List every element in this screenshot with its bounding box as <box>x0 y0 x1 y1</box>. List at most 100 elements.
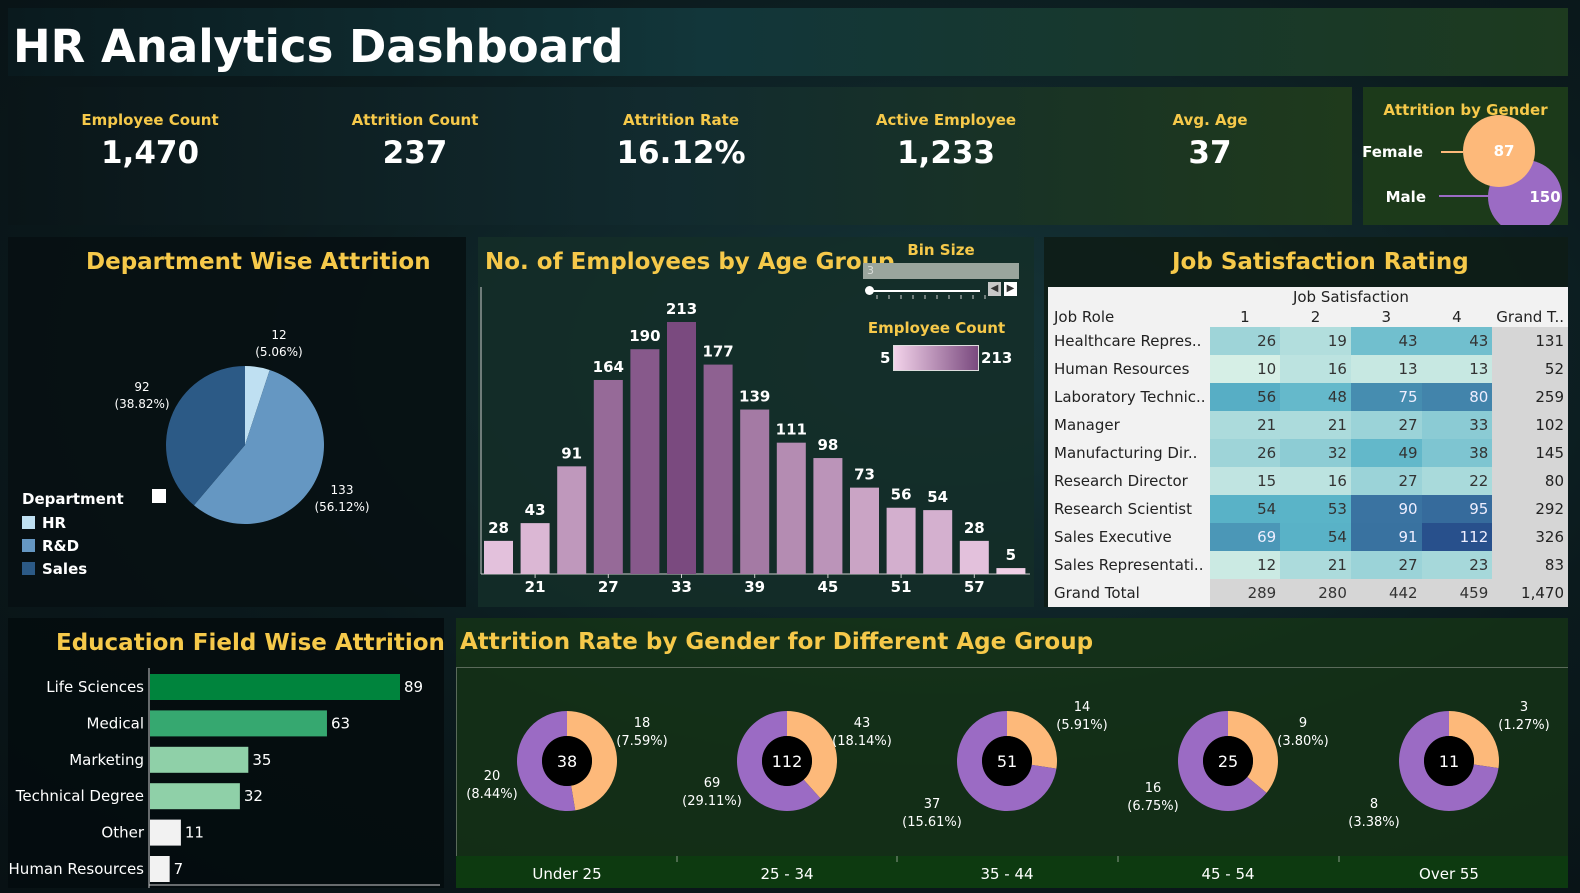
education-bar[interactable] <box>150 674 400 700</box>
age-bar[interactable] <box>484 540 513 574</box>
legend-toggle-box[interactable] <box>152 489 166 503</box>
satisfaction-cell[interactable]: 27 <box>1350 411 1422 439</box>
satisfaction-cell[interactable]: 26 <box>1209 439 1281 467</box>
age-bar[interactable] <box>813 458 843 574</box>
legend-item-rnd[interactable]: R&D <box>22 537 79 555</box>
satisfaction-cell[interactable]: 19 <box>1280 327 1351 355</box>
education-bar[interactable] <box>150 710 327 737</box>
satisfaction-cell[interactable]: 10 <box>1209 355 1281 383</box>
satisfaction-cell[interactable]: 27 <box>1350 467 1422 495</box>
table-header-blank <box>1048 287 1210 307</box>
satisfaction-cell[interactable]: 13 <box>1421 355 1493 383</box>
satisfaction-cell[interactable]: 13 <box>1350 355 1422 383</box>
age-bar[interactable] <box>593 379 623 574</box>
kpi-value: 1,233 <box>896 135 996 171</box>
grand-total-cell: 442 <box>1350 579 1422 607</box>
satisfaction-cell[interactable]: 90 <box>1350 495 1422 523</box>
male-value-label: 37 <box>924 797 941 812</box>
category-label: Technical Degree <box>15 787 144 805</box>
slice-percent-label: (56.12%) <box>314 500 369 514</box>
satisfaction-cell[interactable]: 43 <box>1350 327 1422 355</box>
job-satisfaction-table: Job Satisfaction Job Role 1 2 3 4 Grand … <box>1048 287 1568 607</box>
column-header: Grand T.. <box>1492 307 1568 327</box>
satisfaction-cell[interactable]: 54 <box>1209 495 1281 523</box>
female-percent-label: (5.91%) <box>1056 718 1107 733</box>
satisfaction-cell[interactable]: 56 <box>1209 383 1281 411</box>
table-row: Manager 21 21 27 33 102 <box>1048 411 1568 439</box>
donut-total-label: 112 <box>772 752 803 771</box>
satisfaction-cell[interactable]: 16 <box>1280 355 1351 383</box>
table-row: Research Scientist 54 53 90 95 292 <box>1048 495 1568 523</box>
kpi-label: Attrition Count <box>351 111 479 129</box>
bar-value-label: 11 <box>185 824 204 842</box>
male-percent-label: (15.61%) <box>902 815 962 830</box>
bar-value-label: 43 <box>525 501 546 519</box>
satisfaction-cell[interactable]: 12 <box>1209 551 1281 579</box>
satisfaction-cell[interactable]: 38 <box>1421 439 1493 467</box>
age-bar[interactable] <box>959 540 989 574</box>
bar-value-label: 28 <box>488 519 509 537</box>
satisfaction-cell[interactable]: 80 <box>1421 383 1493 411</box>
satisfaction-cell[interactable]: 21 <box>1280 551 1351 579</box>
grand-total-cell: 145 <box>1492 439 1568 467</box>
age-bar[interactable] <box>520 523 550 574</box>
satisfaction-cell[interactable]: 21 <box>1209 411 1281 439</box>
satisfaction-cell[interactable]: 75 <box>1350 383 1422 411</box>
age-bar[interactable] <box>557 466 587 574</box>
age-group-label: 45 - 54 <box>1201 865 1254 883</box>
legend-item-sales[interactable]: Sales <box>22 560 87 578</box>
satisfaction-cell[interactable]: 49 <box>1350 439 1422 467</box>
satisfaction-cell[interactable]: 112 <box>1421 523 1493 551</box>
age-bar[interactable] <box>630 349 660 574</box>
satisfaction-cell[interactable]: 21 <box>1280 411 1351 439</box>
age-bar[interactable] <box>667 322 696 574</box>
column-header: 3 <box>1350 307 1422 327</box>
male-percent-label: (3.38%) <box>1348 815 1399 830</box>
age-group-label: Under 25 <box>532 865 601 883</box>
age-bar[interactable] <box>996 568 1026 574</box>
age-bar[interactable] <box>776 442 806 574</box>
kpi-value: 37 <box>1188 135 1232 171</box>
slice-percent-label: (38.82%) <box>114 397 169 411</box>
grand-total-cell: 289 <box>1209 579 1281 607</box>
female-value-label: 9 <box>1299 716 1307 731</box>
satisfaction-cell[interactable]: 48 <box>1280 383 1351 411</box>
age-bar[interactable] <box>850 487 879 574</box>
male-value: 150 <box>1529 188 1560 206</box>
satisfaction-cell[interactable]: 26 <box>1209 327 1281 355</box>
satisfaction-cell[interactable]: 33 <box>1421 411 1493 439</box>
table-header-row-1: Job Satisfaction <box>1048 287 1568 307</box>
job-role-cell: Manager <box>1048 411 1210 439</box>
grand-total-label: Grand Total <box>1048 579 1210 607</box>
x-tick-label: 45 <box>817 578 838 596</box>
satisfaction-cell[interactable]: 23 <box>1421 551 1493 579</box>
education-bar[interactable] <box>150 819 181 846</box>
education-bar[interactable] <box>150 746 249 773</box>
age-bar[interactable] <box>923 510 953 574</box>
grand-total-cell: 292 <box>1492 495 1568 523</box>
education-bar[interactable] <box>150 783 240 810</box>
donut-total-label: 51 <box>997 752 1017 771</box>
satisfaction-cell[interactable]: 95 <box>1421 495 1493 523</box>
age-bar[interactable] <box>740 409 770 574</box>
title-bar: HR Analytics Dashboard <box>8 8 1568 76</box>
satisfaction-cell[interactable]: 43 <box>1421 327 1493 355</box>
satisfaction-cell[interactable]: 91 <box>1350 523 1422 551</box>
kpi-attrition-count: Attrition Count 237 <box>305 111 525 171</box>
satisfaction-cell[interactable]: 27 <box>1350 551 1422 579</box>
satisfaction-cell[interactable]: 69 <box>1209 523 1281 551</box>
category-label: Marketing <box>69 751 144 769</box>
age-bar[interactable] <box>886 507 916 574</box>
table-row: Manufacturing Dir.. 26 32 49 38 145 <box>1048 439 1568 467</box>
kpi-label: Attrition Rate <box>622 111 740 129</box>
satisfaction-cell[interactable]: 15 <box>1209 467 1281 495</box>
satisfaction-cell[interactable]: 53 <box>1280 495 1351 523</box>
kpi-attrition-rate: Attrition Rate 16.12% <box>571 111 791 171</box>
legend-item-hr[interactable]: HR <box>22 514 66 532</box>
satisfaction-cell[interactable]: 32 <box>1280 439 1351 467</box>
satisfaction-cell[interactable]: 54 <box>1280 523 1351 551</box>
age-bar[interactable] <box>703 364 733 574</box>
education-bar[interactable] <box>150 856 170 882</box>
satisfaction-cell[interactable]: 16 <box>1280 467 1351 495</box>
satisfaction-cell[interactable]: 22 <box>1421 467 1493 495</box>
